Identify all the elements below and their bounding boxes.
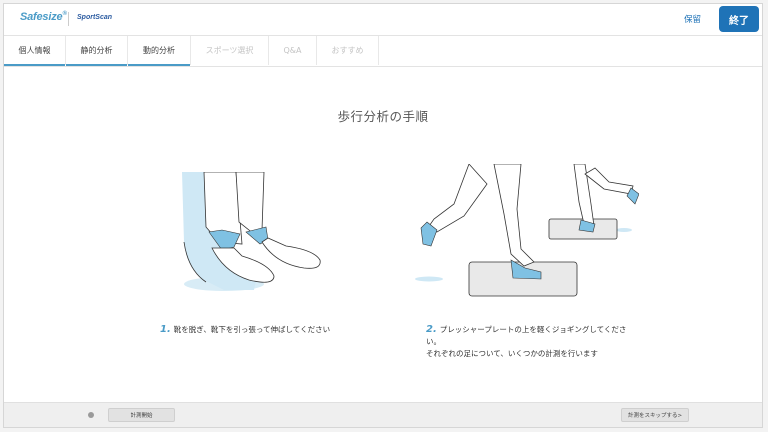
tab-sport-selection[interactable]: スポーツ選択 xyxy=(191,36,269,65)
partner-logo: SportScan xyxy=(77,14,113,21)
brand-logo: Safesize® xyxy=(20,11,67,23)
step-text-line1: プレッシャープレートの上を軽くジョギングしてくださ xyxy=(439,325,627,334)
app-window: Safesize® SportScan 保留 終了 個人情報 静的分析 動的分析… xyxy=(3,3,763,428)
tab-personal-info[interactable]: 個人情報 xyxy=(4,36,66,66)
sock-feet-illustration xyxy=(182,172,321,291)
page-title: 歩行分析の手順 xyxy=(337,109,429,124)
logo-divider xyxy=(68,12,69,26)
jogging-plate-illustration xyxy=(415,164,639,297)
instruction-step-1: 1. 靴を脱ぎ、靴下を引っ張って伸ばしてください xyxy=(160,324,400,336)
header-bar: Safesize® SportScan 保留 終了 xyxy=(4,4,762,34)
save-button[interactable]: 保留 xyxy=(684,13,701,25)
tab-dynamic-analysis[interactable]: 動的分析 xyxy=(128,36,191,66)
step-number: 2. xyxy=(426,324,437,335)
step-text-line2: い。 xyxy=(426,337,441,346)
skip-measurement-button[interactable]: 計測をスキップする> xyxy=(621,408,689,422)
finish-button[interactable]: 終了 xyxy=(719,6,759,32)
step-number: 1. xyxy=(160,324,171,335)
step-text: 靴を脱ぎ、靴下を引っ張って伸ばしてください xyxy=(173,325,331,334)
tab-qa[interactable]: Q&A xyxy=(269,36,317,65)
tab-recommendation[interactable]: おすすめ xyxy=(317,36,379,65)
tab-static-analysis[interactable]: 静的分析 xyxy=(66,36,128,66)
step-tabs: 個人情報 静的分析 動的分析 スポーツ選択 Q&A おすすめ xyxy=(4,35,762,67)
start-measurement-button[interactable]: 計測開始 xyxy=(108,408,175,422)
status-indicator-icon xyxy=(88,412,94,418)
instruction-step-2: 2. プレッシャープレートの上を軽くジョギングしてくださ い。 それぞれの足につい… xyxy=(426,324,651,360)
footer-bar: 計測開始 計測をスキップする> xyxy=(4,402,762,427)
step-text-line3: それぞれの足について、いくつかの計測を行います xyxy=(426,349,598,358)
